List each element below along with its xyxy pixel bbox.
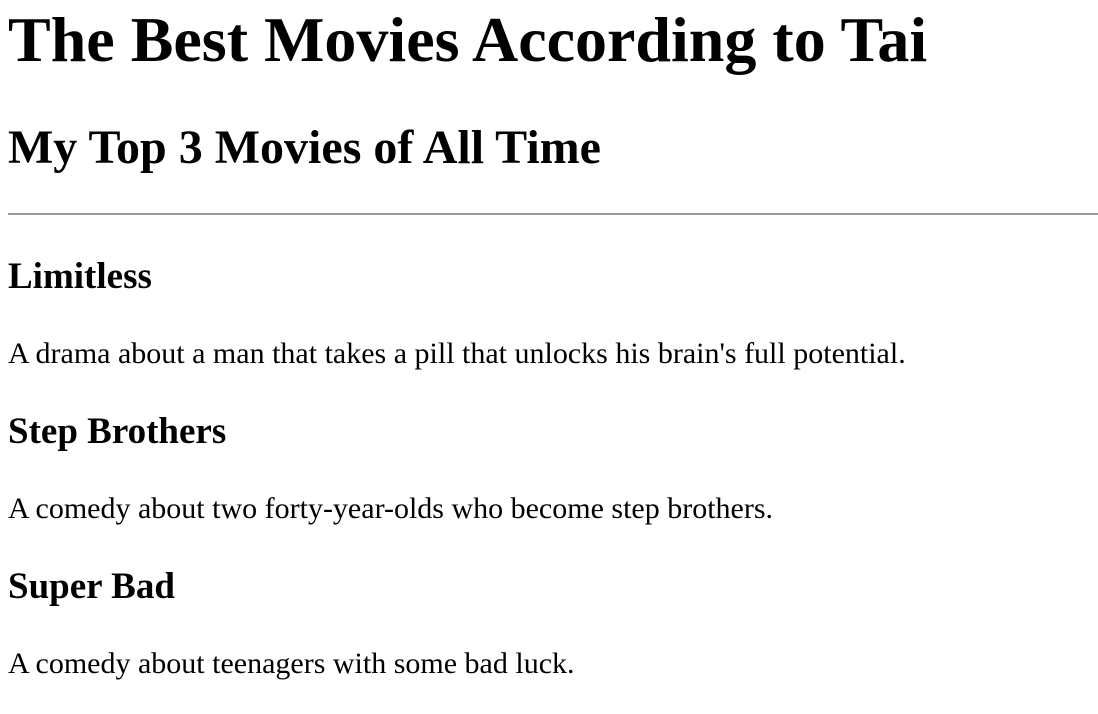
movie-description: A comedy about two forty-year-olds who b…	[8, 492, 774, 525]
movie-description: A comedy about teenagers with some bad l…	[8, 647, 575, 680]
movie-title: Super Bad	[8, 566, 175, 607]
movie-title: Limitless	[8, 256, 152, 297]
page-title: The Best Movies According to Tai	[8, 4, 928, 75]
horizontal-divider	[8, 213, 1098, 215]
movie-title: Step Brothers	[8, 411, 227, 452]
movie-description: A drama about a man that takes a pill th…	[8, 337, 906, 370]
page-subtitle: My Top 3 Movies of All Time	[8, 121, 601, 174]
page: The Best Movies According to Tai My Top …	[0, 0, 1098, 714]
